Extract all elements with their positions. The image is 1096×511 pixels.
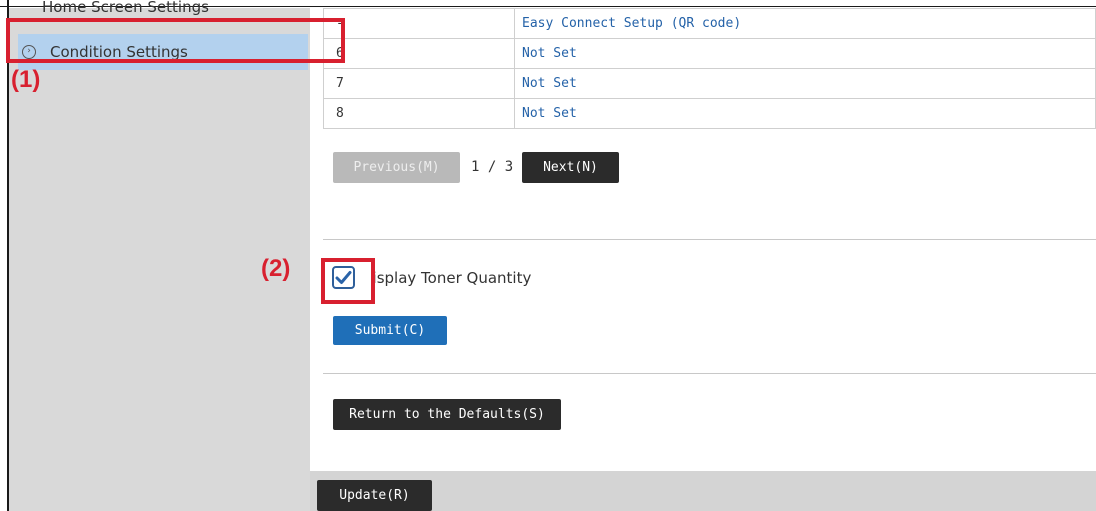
- annotation-box-2: [321, 258, 375, 304]
- table-row: 6 Not Set: [323, 38, 1096, 69]
- row-link[interactable]: Not Set: [514, 38, 1096, 69]
- divider: [323, 239, 1096, 240]
- sidebar-item-home-screen-settings[interactable]: Home Screen Settings: [18, 0, 298, 18]
- display-toner-quantity-label: Display Toner Quantity: [361, 269, 532, 287]
- previous-button[interactable]: Previous(M): [333, 152, 460, 183]
- checkbox-visual: [332, 266, 355, 289]
- row-number: 8: [323, 98, 515, 129]
- row-number: 6: [323, 38, 515, 69]
- row-link[interactable]: Not Set: [514, 98, 1096, 129]
- divider: [323, 373, 1096, 374]
- page-indicator: 1 / 3: [471, 159, 514, 175]
- checkmark-icon: [335, 271, 352, 284]
- return-to-defaults-button[interactable]: Return to the Defaults(S): [333, 399, 561, 430]
- row-number: 7: [323, 68, 515, 99]
- update-button[interactable]: Update(R): [317, 480, 432, 511]
- main-content: - Easy Connect Setup (QR code) 6 Not Set…: [323, 8, 1096, 129]
- row-link[interactable]: Not Set: [514, 68, 1096, 99]
- shortcut-table: - Easy Connect Setup (QR code) 6 Not Set…: [323, 8, 1096, 129]
- table-row: 7 Not Set: [323, 68, 1096, 99]
- submit-button[interactable]: Submit(C): [333, 316, 447, 345]
- row-link[interactable]: Easy Connect Setup (QR code): [514, 8, 1096, 39]
- annotation-label-1: (1): [11, 66, 41, 93]
- row-number: -: [323, 8, 515, 39]
- sidebar-item-label: Home Screen Settings: [42, 0, 209, 16]
- table-row: 8 Not Set: [323, 98, 1096, 129]
- annotation-box-1: [6, 18, 345, 63]
- annotation-label-2: (2): [261, 255, 291, 282]
- table-row: - Easy Connect Setup (QR code): [323, 8, 1096, 39]
- next-button[interactable]: Next(N): [522, 152, 619, 183]
- left-frame-line: [7, 0, 9, 511]
